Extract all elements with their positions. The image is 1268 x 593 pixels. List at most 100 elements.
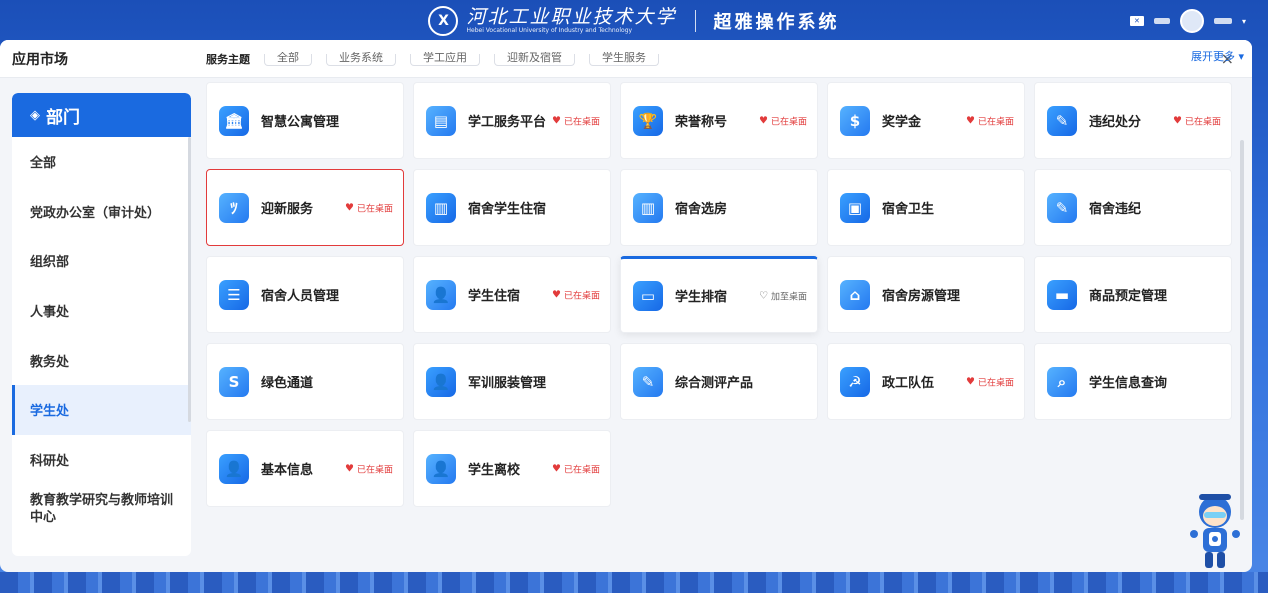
sidebar-item-student-affairs[interactable]: 学生处 xyxy=(12,384,191,435)
sidebar-scrollbar[interactable] xyxy=(188,137,191,422)
school-brand: X 河北工业职业技术大学 Hebei Vocational University… xyxy=(428,6,839,36)
app-card[interactable]: ⌂ 宿舍房源管理 xyxy=(827,256,1025,333)
app-card[interactable]: ▤ 学工服务平台 ♥ 已在桌面 xyxy=(413,82,611,159)
app-card[interactable]: 👤 学生离校 ♥ 已在桌面 xyxy=(413,430,611,507)
sidebar-item-academic-affairs[interactable]: 教务处 xyxy=(12,335,191,385)
sidebar-title: 部门 xyxy=(46,107,80,128)
app-name: 奖学金 xyxy=(882,115,922,130)
money-bag-icon: $ xyxy=(840,105,870,136)
sidebar-item-label: 全部 xyxy=(30,156,57,172)
app-card[interactable]: 👤 军训服装管理 xyxy=(413,343,611,420)
on-desktop-badge[interactable]: ♥ 已在桌面 xyxy=(345,201,393,214)
main-scrollbar[interactable] xyxy=(1240,140,1244,520)
app-card[interactable]: ⌕ 学生信息查询 xyxy=(1034,343,1232,420)
app-card[interactable]: S 绿色通道 xyxy=(206,343,404,420)
app-name: 学生信息查询 xyxy=(1089,376,1168,391)
sidebar-item-party-office[interactable]: 党政办公室（审计处） xyxy=(12,187,191,237)
heart-icon: ♥ xyxy=(552,289,561,300)
picture-icon: ▣ xyxy=(840,192,870,223)
swap-icon: S xyxy=(219,366,249,397)
app-name: 学工服务平台 xyxy=(468,115,547,130)
language-icon[interactable]: ✕ xyxy=(1129,16,1144,26)
app-card[interactable]: ▬ 商品预定管理 xyxy=(1034,256,1232,333)
sidebar-item-research[interactable]: 科研处 xyxy=(12,435,191,485)
on-desktop-badge[interactable]: ♥ 已在桌面 xyxy=(966,375,1014,388)
edit-document-icon: ✎ xyxy=(1047,105,1077,136)
app-name: 宿舍卫生 xyxy=(882,202,935,217)
app-card[interactable]: ▭ 学生排宿 ♡ 加至桌面 xyxy=(620,256,818,333)
sidebar-item-label: 党政办公室（审计处） xyxy=(30,205,161,221)
app-card[interactable]: ▥ 宿舍学生住宿 xyxy=(413,169,611,246)
badge-label: 已在桌面 xyxy=(770,117,807,127)
trophy-icon: 🏆 xyxy=(633,105,663,136)
sidebar-item-label: 教务处 xyxy=(30,354,70,370)
app-card[interactable]: ▥ 宿舍选房 xyxy=(620,169,818,246)
sidebar-item-label: 人事处 xyxy=(30,305,70,321)
app-name: 智慧公寓管理 xyxy=(261,115,340,130)
chevron-down-icon[interactable]: ▾ xyxy=(1242,17,1246,26)
app-name: 商品预定管理 xyxy=(1089,289,1168,304)
heart-icon: ♥ xyxy=(552,115,561,126)
on-desktop-badge[interactable]: ♥ 已在桌面 xyxy=(345,462,393,475)
on-desktop-badge[interactable]: ♥ 已在桌面 xyxy=(552,114,600,127)
on-desktop-badge[interactable]: ♥ 已在桌面 xyxy=(1173,114,1221,127)
sidebar-item-organization[interactable]: 组织部 xyxy=(12,236,191,286)
heart-icon: ♥ xyxy=(345,463,354,474)
filter-label: 服务主题 xyxy=(206,53,250,66)
badge-label: 已在桌面 xyxy=(563,465,600,475)
sidebar-item-hr[interactable]: 人事处 xyxy=(12,286,191,336)
badge-label: 加至桌面 xyxy=(770,292,807,302)
app-name: 基本信息 xyxy=(261,463,314,478)
person-icon: 👤 xyxy=(426,453,456,484)
avatar[interactable] xyxy=(1179,9,1204,33)
status-bar-icon[interactable] xyxy=(1153,18,1170,24)
app-card[interactable]: 🏛 智慧公寓管理 xyxy=(206,82,404,159)
app-card[interactable]: ☰ 宿舍人员管理 xyxy=(206,256,404,333)
username-placeholder[interactable] xyxy=(1213,18,1232,24)
app-name: 绿色通道 xyxy=(261,376,314,391)
heart-icon: ♥ xyxy=(1173,115,1182,126)
heart-icon: ♥ xyxy=(345,202,354,213)
app-name: 宿舍选房 xyxy=(675,202,728,217)
mascot-assistant-icon[interactable] xyxy=(1186,490,1244,582)
app-card[interactable]: ▣ 宿舍卫生 xyxy=(827,169,1025,246)
sidebar-item-all[interactable]: 全部 xyxy=(12,137,191,187)
filter-chip-student-apps[interactable]: 学工应用 xyxy=(410,52,480,66)
app-name: 迎新服务 xyxy=(261,202,314,217)
filter-chip-all[interactable]: 全部 xyxy=(264,52,312,66)
home-icon: ⌂ xyxy=(840,279,870,310)
app-card[interactable]: ✎ 综合测评产品 xyxy=(620,343,818,420)
department-sidebar: ◈ 部门 全部 党政办公室（审计处） 组织部 人事处 教务处 学生处 科研处 教… xyxy=(12,93,191,556)
search-icon: ⌕ xyxy=(1047,366,1077,397)
badge-label: 已在桌面 xyxy=(977,117,1014,127)
on-desktop-badge[interactable]: ♥ 已在桌面 xyxy=(552,288,600,301)
add-to-desktop-button[interactable]: ♡ 加至桌面 xyxy=(759,289,807,302)
app-card[interactable]: ﾂ 迎新服务 ♥ 已在桌面 xyxy=(206,169,404,246)
on-desktop-badge[interactable]: ♥ 已在桌面 xyxy=(759,114,807,127)
filter-chip-business[interactable]: 业务系统 xyxy=(326,52,396,66)
app-card[interactable]: ✎ 宿舍违纪 xyxy=(1034,169,1232,246)
expand-more-link[interactable]: 展开更多 ▾ xyxy=(1191,51,1244,63)
app-card[interactable]: 🏆 荣誉称号 ♥ 已在桌面 xyxy=(620,82,818,159)
heart-icon: ♥ xyxy=(759,115,768,126)
on-desktop-badge[interactable]: ♥ 已在桌面 xyxy=(552,462,600,475)
app-grid: 🏛 智慧公寓管理 ▤ 学工服务平台 ♥ 已在桌面 🏆 荣誉称号 ♥ 已在桌面 $ 奖学金 ♥ 已在桌面 ✎ 违… xyxy=(206,82,1232,507)
app-card[interactable]: ✎ 违纪处分 ♥ 已在桌面 xyxy=(1034,82,1232,159)
app-card[interactable]: 👤 基本信息 ♥ 已在桌面 xyxy=(206,430,404,507)
filter-chip-student-services[interactable]: 学生服务 xyxy=(589,52,659,66)
layers-icon: ◈ xyxy=(30,107,40,123)
app-name: 宿舍人员管理 xyxy=(261,289,340,304)
filter-chip-welcome-dorm[interactable]: 迎新及宿管 xyxy=(494,52,575,66)
sidebar-header: ◈ 部门 xyxy=(12,93,191,137)
sidebar-item-teaching-research[interactable]: 教育教学研究与教师培训中心 xyxy=(12,484,191,534)
edit-document-icon: ✎ xyxy=(633,366,663,397)
on-desktop-badge[interactable]: ♥ 已在桌面 xyxy=(966,114,1014,127)
school-name-en: Hebei Vocational University of Industry … xyxy=(466,27,633,34)
system-name: 超雅操作系统 xyxy=(713,12,840,33)
app-card[interactable]: 👤 学生住宿 ♥ 已在桌面 xyxy=(413,256,611,333)
service-theme-filters: 服务主题 全部 业务系统 学工应用 迎新及宿管 学生服务 xyxy=(206,52,1244,66)
app-card[interactable]: ☭ 政工队伍 ♥ 已在桌面 xyxy=(827,343,1025,420)
list-icon: ☰ xyxy=(219,279,249,310)
badge-label: 已在桌面 xyxy=(563,291,600,301)
app-card[interactable]: $ 奖学金 ♥ 已在桌面 xyxy=(827,82,1025,159)
